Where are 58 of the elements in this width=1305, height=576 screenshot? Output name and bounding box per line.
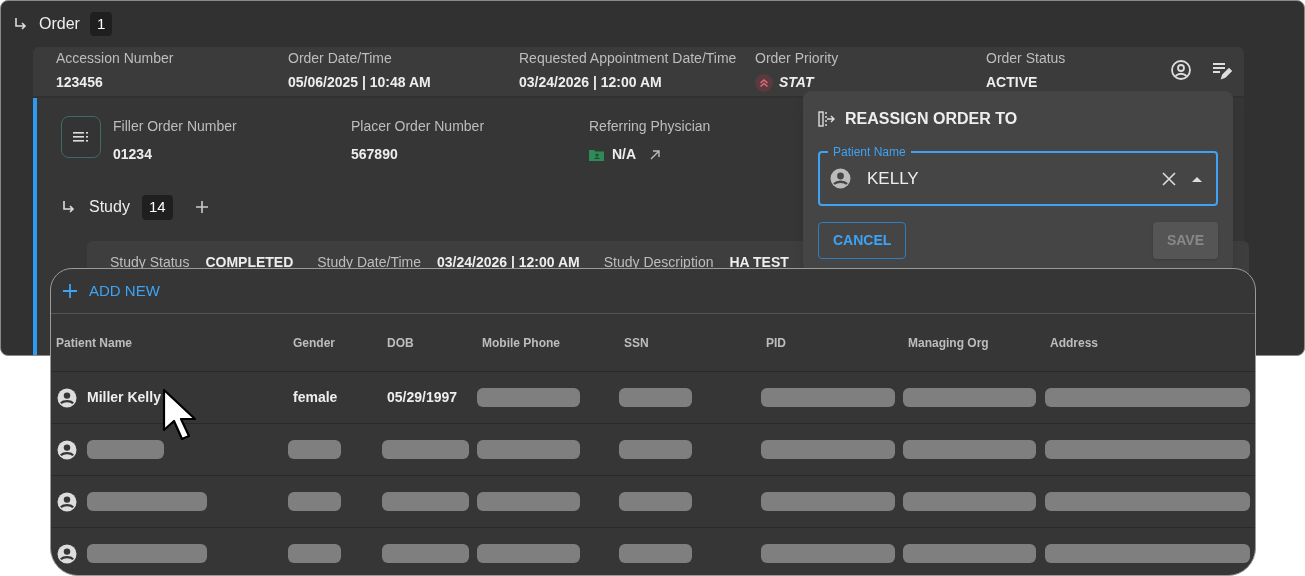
field-label: Order Priority — [755, 49, 840, 68]
avatar-icon — [57, 491, 77, 512]
column-header: SSN — [623, 334, 650, 352]
redacted-bar — [288, 440, 341, 459]
field-value: ACTIVE — [986, 73, 1038, 92]
redacted-bar — [288, 492, 341, 511]
field-value: COMPLETED — [205, 252, 294, 272]
column-header: DOB — [386, 334, 415, 352]
priority-chevron-icon — [755, 73, 773, 92]
list-icon — [73, 131, 89, 143]
field-label: Placer Order Number — [351, 117, 486, 136]
field-value: 567890 — [351, 145, 398, 164]
field-label: Filler Order Number — [113, 117, 238, 136]
section-title: Order — [39, 14, 80, 34]
field-label: Study Date/Time — [317, 252, 422, 272]
dropdown-caret-icon[interactable] — [1192, 175, 1202, 182]
column-header: Address — [1049, 334, 1100, 352]
add-icon — [63, 284, 77, 298]
table-cell-text: 05/29/1997 — [386, 388, 458, 407]
add-icon[interactable] — [194, 200, 209, 215]
avatar-icon — [57, 439, 77, 460]
field-value: HA TEST — [729, 252, 789, 272]
add-new-button[interactable]: ADD NEW — [63, 279, 160, 303]
field-value: N/A — [612, 145, 637, 164]
popover-title: REASSIGN ORDER TO — [845, 109, 1018, 129]
column-header: Gender — [292, 334, 336, 352]
field-value: 03/24/2026 | 12:00 AM — [519, 73, 662, 92]
avatar-icon — [830, 168, 851, 189]
table-cell-text: Miller Kelly — [87, 388, 161, 407]
field-label: Accession Number — [56, 49, 175, 68]
field-label: Order Date/Time — [288, 49, 393, 68]
column-header: Mobile Phone — [481, 334, 561, 352]
field-label: Referring Physician — [589, 117, 712, 136]
column-header: Managing Org — [907, 334, 990, 352]
field-label: Requested Appointment Date/Time — [519, 49, 738, 68]
table-cell-text: female — [292, 388, 338, 407]
section-title: Study — [89, 197, 130, 218]
clear-icon[interactable] — [1162, 171, 1176, 186]
field-label: Study Description — [603, 252, 714, 272]
account-circle-icon[interactable] — [1170, 59, 1192, 81]
open-link-icon[interactable] — [650, 149, 661, 160]
field-value: 123456 — [56, 73, 103, 92]
field-label: Study Status — [110, 252, 190, 272]
field-label: Order Status — [986, 49, 1067, 68]
avatar-icon — [57, 387, 77, 408]
move-icon — [818, 111, 835, 127]
subdirectory-arrow-icon — [13, 16, 29, 32]
cancel-button[interactable]: CANCEL — [818, 222, 907, 259]
field-value: 01234 — [113, 145, 152, 164]
folder-icon — [589, 148, 604, 161]
count-badge: 14 — [141, 195, 173, 220]
column-header: PID — [765, 334, 787, 352]
redacted-bar — [288, 544, 341, 563]
priority-value: STAT — [779, 73, 814, 92]
count-badge: 1 — [89, 11, 113, 37]
avatar-icon — [57, 543, 77, 564]
column-header: Patient Name — [55, 334, 134, 352]
field-value: 05/06/2025 | 10:48 AM — [288, 73, 431, 92]
